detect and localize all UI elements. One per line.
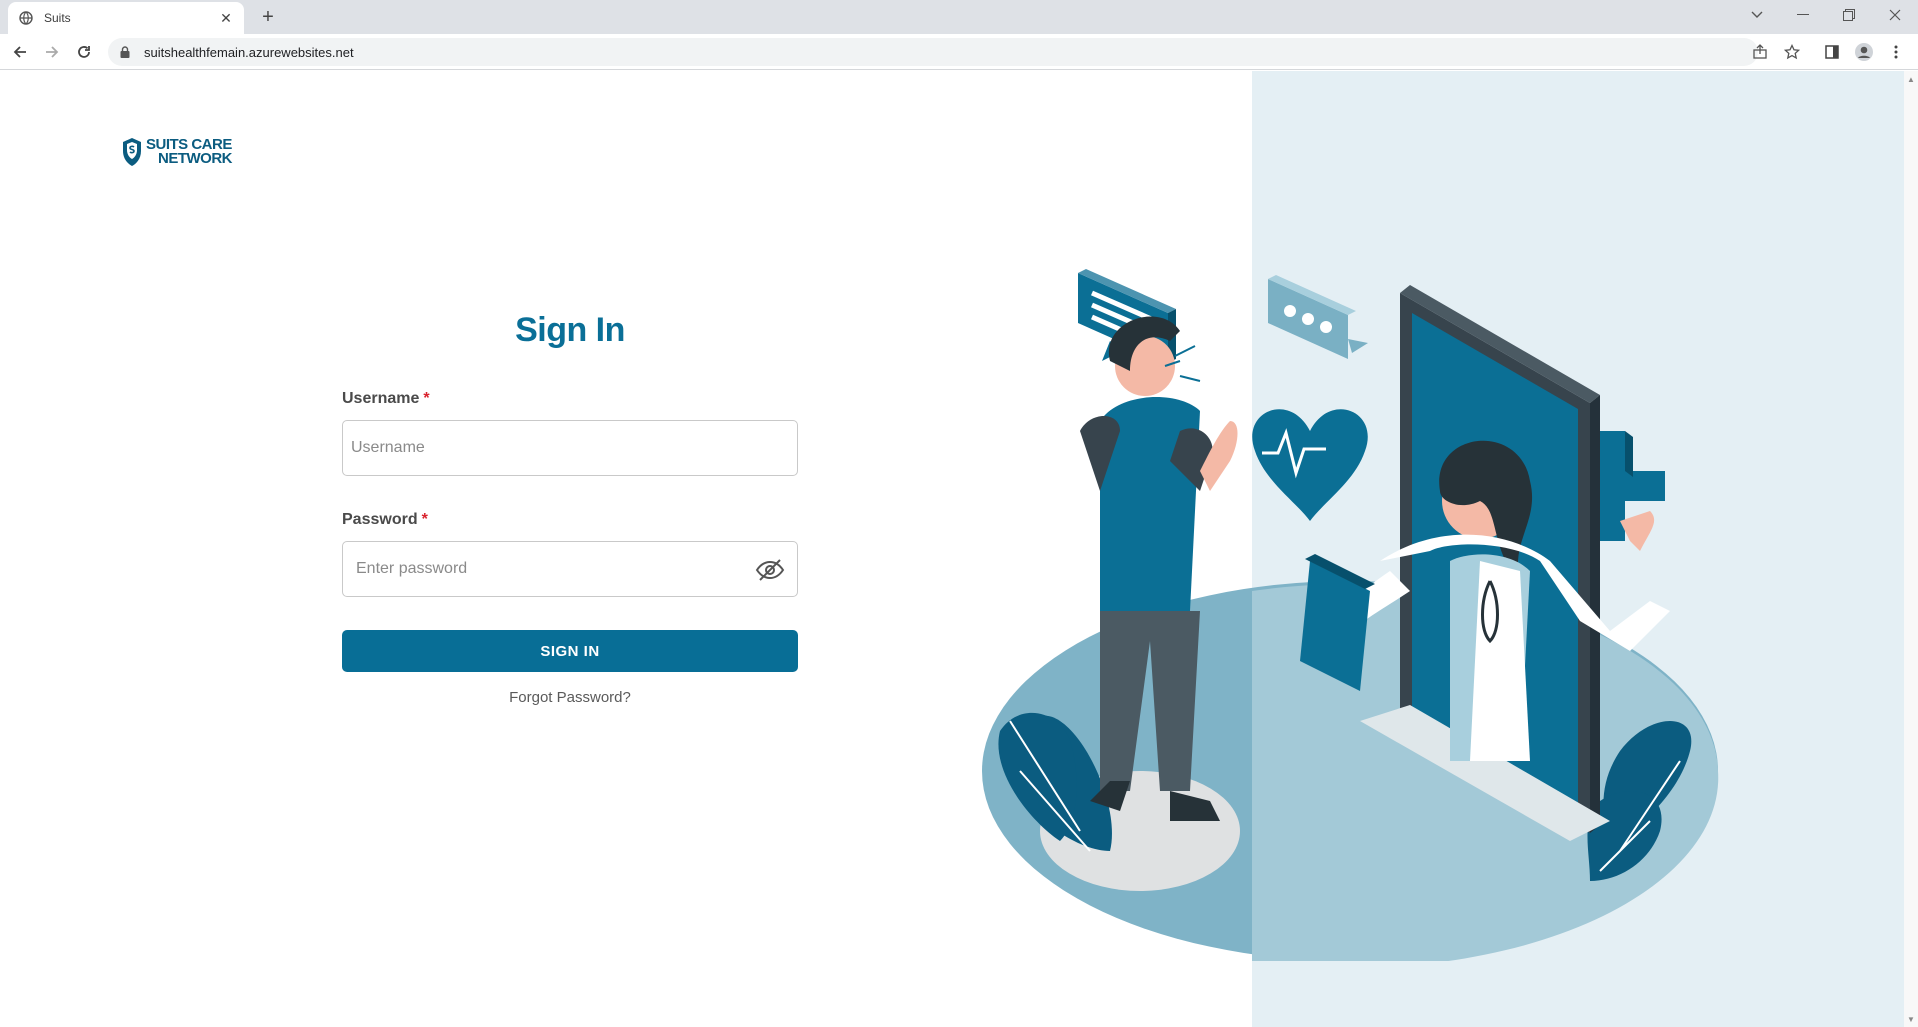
logo-line2: NETWORK bbox=[158, 150, 233, 167]
bookmark-star-icon[interactable] bbox=[1782, 42, 1802, 62]
minimize-button[interactable] bbox=[1780, 0, 1826, 30]
username-label: Username * bbox=[342, 390, 798, 408]
username-input[interactable] bbox=[351, 439, 789, 457]
password-input[interactable] bbox=[356, 560, 789, 578]
reload-button[interactable] bbox=[72, 40, 96, 64]
browser-tab[interactable]: Suits ✕ bbox=[8, 2, 244, 34]
required-marker: * bbox=[423, 390, 430, 407]
profile-avatar-icon[interactable] bbox=[1852, 40, 1876, 64]
tab-close-icon[interactable]: ✕ bbox=[218, 10, 234, 27]
tab-title: Suits bbox=[44, 11, 71, 25]
close-window-button[interactable] bbox=[1872, 0, 1918, 30]
globe-icon bbox=[18, 10, 34, 26]
sign-in-button[interactable]: SIGN IN bbox=[342, 630, 798, 672]
lock-icon bbox=[120, 46, 132, 58]
page-scrollbar[interactable]: ▲ ▼ bbox=[1904, 71, 1918, 1027]
scroll-down-icon[interactable]: ▼ bbox=[1907, 1015, 1915, 1024]
brand-logo: SUITS CARE NETWORK bbox=[120, 136, 233, 168]
password-label: Password * bbox=[342, 511, 798, 529]
side-panel-icon[interactable] bbox=[1820, 40, 1844, 64]
page-title: Sign In bbox=[515, 311, 625, 349]
page-content: SUITS CARE NETWORK Sign In Username* Pas… bbox=[0, 71, 1904, 1027]
password-label-text: Password bbox=[342, 511, 418, 528]
back-button[interactable] bbox=[8, 40, 32, 64]
password-field-wrapper bbox=[342, 541, 798, 597]
address-bar[interactable]: suitshealthfemain.azurewebsites.net bbox=[108, 38, 1800, 66]
forward-button[interactable] bbox=[40, 40, 64, 64]
share-icon[interactable] bbox=[1750, 42, 1770, 62]
browser-toolbar: suitshealthfemain.azurewebsites.net bbox=[0, 34, 1918, 70]
restore-button[interactable] bbox=[1826, 0, 1872, 30]
tab-search-icon[interactable] bbox=[1734, 0, 1780, 30]
browser-tabbar: Suits ✕ + bbox=[0, 0, 1918, 34]
shield-logo-icon bbox=[123, 138, 141, 166]
url-text: suitshealthfemain.azurewebsites.net bbox=[144, 44, 354, 60]
required-marker: * bbox=[421, 511, 428, 528]
eye-slash-icon[interactable] bbox=[755, 556, 785, 584]
sign-in-form: Sign In Username* Password* SIGN IN Forg… bbox=[342, 311, 798, 706]
new-tab-button[interactable]: + bbox=[256, 5, 280, 29]
telehealth-illustration bbox=[982, 269, 1719, 961]
forgot-password-link[interactable]: Forgot Password? bbox=[342, 689, 798, 706]
scroll-up-icon[interactable]: ▲ bbox=[1907, 75, 1915, 84]
username-field-wrapper bbox=[342, 420, 798, 476]
menu-kebab-icon[interactable] bbox=[1884, 40, 1908, 64]
username-label-text: Username bbox=[342, 390, 420, 407]
